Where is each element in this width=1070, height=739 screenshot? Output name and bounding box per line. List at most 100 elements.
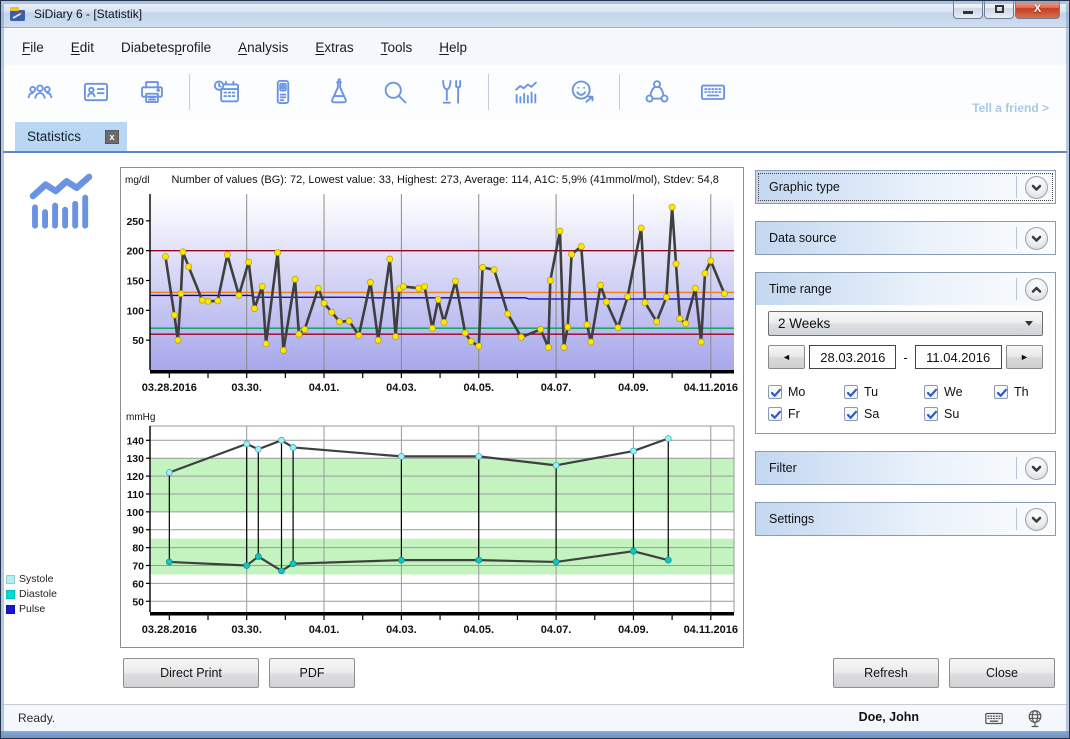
statistics-icon[interactable]	[511, 77, 541, 107]
menu-analysis[interactable]: Analysis	[238, 40, 288, 55]
tab-close-icon[interactable]: x	[105, 130, 119, 144]
legend-item-systole: Systole	[6, 573, 57, 585]
main-area: SystoleDiastolePulse mg/dl Number of val…	[3, 153, 1067, 704]
statistics-big-icon	[25, 171, 97, 238]
menu-diabetesprofile[interactable]: Diabetesprofile	[121, 40, 211, 55]
menu-edit[interactable]: Edit	[71, 40, 94, 55]
menu-extras[interactable]: Extras	[315, 40, 353, 55]
title-bar: SiDiary 6 - [Statistik] X	[0, 0, 1070, 28]
svg-text:150: 150	[126, 276, 144, 288]
legend-item-pulse: Pulse	[6, 603, 57, 615]
weekday-su[interactable]: Su	[924, 407, 994, 421]
patients-icon[interactable]	[25, 77, 55, 107]
svg-text:03.30.: 03.30.	[231, 624, 262, 636]
expand-data-source-button[interactable]	[1025, 227, 1048, 250]
search-icon[interactable]	[380, 77, 410, 107]
menu-file[interactable]: File	[22, 40, 44, 55]
window-bottom-border	[0, 731, 1070, 739]
diary-calendar-icon[interactable]	[212, 77, 242, 107]
toolbar-separator	[488, 74, 489, 110]
tab-statistics[interactable]: Statistics x	[15, 122, 127, 151]
close-window-button[interactable]: X	[1015, 0, 1060, 19]
svg-text:04.11.2016: 04.11.2016	[684, 624, 738, 636]
section-header-time-range[interactable]: Time range	[756, 273, 1055, 305]
weekday-sa[interactable]: Sa	[844, 407, 924, 421]
svg-text:70: 70	[132, 561, 144, 573]
share-icon[interactable]	[642, 77, 672, 107]
svg-text:04.05.: 04.05.	[463, 624, 494, 636]
prev-period-button[interactable]: ◄	[768, 345, 805, 369]
tell-a-friend-link[interactable]: Tell a friend >	[972, 101, 1049, 115]
weekday-checkbox-grid: Mo Tu WeTh Fr Sa Su	[768, 385, 1043, 421]
collapse-time-range-button[interactable]	[1025, 278, 1048, 301]
weekday-th[interactable]: Th	[994, 385, 1043, 399]
checkbox-tu[interactable]	[844, 385, 858, 399]
onscreen-keyboard-icon[interactable]	[698, 77, 728, 107]
date-to-field[interactable]: 11.04.2016	[915, 345, 1002, 369]
menu-tools[interactable]: Tools	[381, 40, 413, 55]
svg-text:100: 100	[126, 305, 144, 317]
weekday-label: Fr	[788, 407, 800, 421]
keyboard-status-icon[interactable]	[983, 708, 1005, 733]
svg-text:04.01.: 04.01.	[309, 382, 340, 394]
svg-text:04.07.: 04.07.	[541, 624, 572, 636]
svg-text:03.28.2016: 03.28.2016	[142, 382, 197, 394]
weekday-we[interactable]: We	[924, 385, 994, 399]
weekday-mo[interactable]: Mo	[768, 385, 844, 399]
section-settings: Settings	[755, 502, 1056, 536]
expand-settings-button[interactable]	[1025, 508, 1048, 531]
maximize-button[interactable]	[984, 0, 1014, 19]
weekday-label: Tu	[864, 385, 878, 399]
checkbox-we[interactable]	[924, 385, 938, 399]
wellbeing-icon[interactable]	[567, 77, 597, 107]
next-period-button[interactable]: ►	[1006, 345, 1043, 369]
section-label: Data source	[769, 231, 1016, 245]
time-range-body: 2 Weeks ◄ 28.03.2016 - 11.04.2016 ► MoTu…	[756, 305, 1055, 433]
section-header-filter[interactable]: Filter	[756, 452, 1055, 484]
section-data-source: Data source	[755, 221, 1056, 255]
lab-values-icon[interactable]	[324, 77, 354, 107]
weekday-tu[interactable]: Tu	[844, 385, 924, 399]
minimize-button[interactable]	[953, 0, 983, 19]
time-range-preset-select[interactable]: 2 Weeks	[768, 311, 1043, 336]
svg-text:100: 100	[126, 507, 144, 519]
legend-swatch	[6, 605, 15, 614]
expand-filter-button[interactable]	[1025, 457, 1048, 480]
weekday-label: Mo	[788, 385, 805, 399]
checkbox-su[interactable]	[924, 407, 938, 421]
section-label: Graphic type	[769, 180, 1016, 194]
section-label: Filter	[769, 461, 1016, 475]
bg-meter-icon[interactable]	[268, 77, 298, 107]
checkbox-sa[interactable]	[844, 407, 858, 421]
bp-chart: mmHg506070809010011012013014003.28.20160…	[122, 408, 742, 651]
svg-text:50: 50	[132, 596, 144, 608]
print-icon[interactable]	[137, 77, 167, 107]
nutrition-icon[interactable]	[436, 77, 466, 107]
section-header-data-source[interactable]: Data source	[756, 222, 1055, 254]
section-label: Settings	[769, 512, 1016, 526]
legend-label: Diastole	[19, 588, 57, 600]
svg-text:03.28.2016: 03.28.2016	[142, 624, 197, 636]
section-header-settings[interactable]: Settings	[756, 503, 1055, 535]
svg-text:04.07.: 04.07.	[541, 382, 572, 394]
section-header-graphic-type[interactable]: Graphic type	[756, 171, 1055, 203]
section-graphic-type: Graphic type	[755, 170, 1056, 204]
checkbox-fr[interactable]	[768, 407, 782, 421]
svg-text:130: 130	[126, 453, 144, 465]
weekday-label: Su	[944, 407, 959, 421]
checkbox-th[interactable]	[994, 385, 1008, 399]
tab-label: Statistics	[27, 129, 105, 144]
refresh-button[interactable]: Refresh	[833, 658, 939, 688]
menu-help[interactable]: Help	[439, 40, 467, 55]
direct-print-button[interactable]: Direct Print	[123, 658, 259, 688]
legend-item-diastole: Diastole	[6, 588, 57, 600]
checkbox-mo[interactable]	[768, 385, 782, 399]
svg-text:200: 200	[126, 246, 144, 258]
bp-legend: Systole Diastole Pulse	[6, 573, 57, 618]
close-button[interactable]: Close	[949, 658, 1055, 688]
date-from-field[interactable]: 28.03.2016	[809, 345, 896, 369]
expand-graphic-type-button[interactable]	[1025, 176, 1048, 199]
pdf-button[interactable]: PDF	[269, 658, 355, 688]
weekday-fr[interactable]: Fr	[768, 407, 844, 421]
profile-card-icon[interactable]	[81, 77, 111, 107]
